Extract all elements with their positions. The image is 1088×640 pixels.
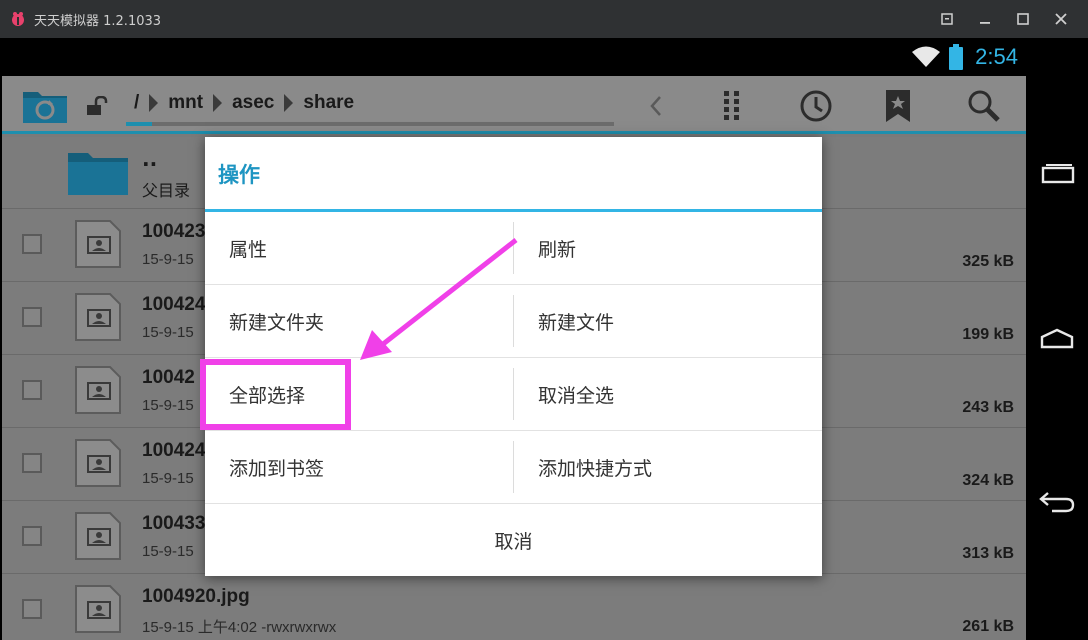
- dialog-title: 操作: [218, 163, 260, 187]
- breadcrumb: / mnt asec share: [128, 92, 360, 114]
- app-logo-icon: [12, 12, 24, 26]
- menu-box-icon: [941, 13, 953, 25]
- breadcrumb-mnt[interactable]: mnt: [162, 92, 209, 114]
- android-nav-bar: [1026, 38, 1088, 640]
- file-meta: 15-9-15: [142, 543, 194, 560]
- file-name: 100433: [142, 513, 206, 534]
- add-bookmark-option[interactable]: 添加到书签: [205, 431, 513, 503]
- unlock-icon[interactable]: [86, 96, 110, 116]
- bookmark-star-icon: [886, 90, 910, 122]
- back-button[interactable]: [1026, 472, 1088, 532]
- battery-icon: [949, 44, 964, 70]
- breadcrumb-separator-icon: [149, 94, 159, 112]
- image-file-icon: [75, 585, 121, 633]
- recent-apps-icon: [1041, 164, 1075, 184]
- bookmarks-button[interactable]: [880, 88, 916, 124]
- file-checkbox[interactable]: [22, 526, 42, 546]
- file-name: 10042: [142, 367, 195, 388]
- annotation-highlight-box: [200, 359, 351, 430]
- image-file-icon: [75, 512, 121, 560]
- view-mode-button[interactable]: [714, 88, 750, 124]
- maximize-button[interactable]: [1004, 0, 1042, 38]
- add-shortcut-option[interactable]: 添加快捷方式: [514, 431, 822, 503]
- dialog-option-row: 添加到书签 添加快捷方式: [205, 431, 822, 504]
- folder-icon: [68, 153, 128, 195]
- breadcrumb-asec[interactable]: asec: [226, 92, 280, 114]
- file-checkbox[interactable]: [22, 453, 42, 473]
- breadcrumb-scroll-thumb[interactable]: [126, 122, 152, 126]
- breadcrumb-scrollbar[interactable]: [126, 122, 614, 126]
- android-status-bar: 2:54: [0, 38, 1026, 76]
- file-size: 313 kB: [962, 545, 1014, 562]
- maximize-icon: [1017, 13, 1029, 25]
- grid-dots-icon: [724, 91, 739, 120]
- image-file-icon: [75, 366, 121, 414]
- search-button[interactable]: [966, 88, 1002, 124]
- image-file-icon: [75, 220, 121, 268]
- home-button[interactable]: [1026, 308, 1088, 368]
- wifi-icon: [912, 46, 941, 67]
- cancel-button[interactable]: 取消: [205, 504, 822, 576]
- back-arrow-icon: [1039, 492, 1075, 513]
- back-nav-button[interactable]: [638, 88, 674, 124]
- minimize-icon: [980, 22, 990, 24]
- file-name: 1004920.jpg: [142, 586, 250, 607]
- close-icon: [1055, 13, 1067, 25]
- home-icon: [1040, 328, 1074, 349]
- window-controls: [928, 0, 1080, 38]
- image-file-icon: [75, 293, 121, 341]
- file-name: 100424: [142, 294, 206, 315]
- file-meta: 15-9-15: [142, 397, 194, 414]
- breadcrumb-share[interactable]: share: [297, 92, 360, 114]
- new-folder-option[interactable]: 新建文件夹: [205, 285, 513, 357]
- status-icons: 2:54: [911, 38, 1018, 76]
- status-time: 2:54: [975, 44, 1018, 69]
- file-checkbox[interactable]: [22, 234, 42, 254]
- menu-button[interactable]: [928, 0, 966, 38]
- refresh-option[interactable]: 刷新: [514, 212, 822, 284]
- file-meta: 15-9-15 上午4:02 -rwxrwxrwx: [142, 619, 337, 636]
- file-name: 100423: [142, 221, 206, 242]
- clock-icon: [800, 90, 832, 122]
- file-name: 100424: [142, 440, 206, 461]
- window-titlebar: 天天模拟器 1.2.1033: [0, 0, 1088, 38]
- file-checkbox[interactable]: [22, 599, 42, 619]
- file-meta: 15-9-15: [142, 251, 194, 268]
- history-button[interactable]: [798, 88, 834, 124]
- minimize-button[interactable]: [966, 0, 1004, 38]
- chevron-left-icon: [650, 96, 661, 116]
- properties-option[interactable]: 属性: [205, 212, 513, 284]
- breadcrumb-separator-icon: [213, 94, 223, 112]
- parent-dir-name: ..: [142, 147, 158, 171]
- file-meta: 15-9-15: [142, 470, 194, 487]
- actions-dialog: 操作 属性 刷新 新建文件夹 新建文件 全部选择 取消全选 添加到书签 添加快捷…: [205, 137, 822, 576]
- new-file-option[interactable]: 新建文件: [514, 285, 822, 357]
- file-checkbox[interactable]: [22, 380, 42, 400]
- search-icon: [968, 90, 1000, 122]
- image-file-icon: [75, 439, 121, 487]
- recent-apps-button[interactable]: [1026, 144, 1088, 204]
- folder-refresh-icon[interactable]: [22, 86, 68, 124]
- dialog-option-row: 属性 刷新: [205, 212, 822, 285]
- file-size: 261 kB: [962, 618, 1014, 635]
- file-size: 243 kB: [962, 399, 1014, 416]
- window-title: 天天模拟器 1.2.1033: [34, 13, 162, 29]
- parent-dir-label: 父目录: [142, 181, 191, 200]
- dialog-option-row: 新建文件夹 新建文件: [205, 285, 822, 358]
- file-meta: 15-9-15: [142, 324, 194, 341]
- file-row[interactable]: 1004920.jpg 15-9-15 上午4:02 -rwxrwxrwx 26…: [2, 574, 1026, 640]
- breadcrumb-separator-icon: [284, 94, 294, 112]
- file-checkbox[interactable]: [22, 307, 42, 327]
- deselect-all-option[interactable]: 取消全选: [514, 358, 822, 430]
- emulator-window: 天天模拟器 1.2.1033 2:54 / mnt asec share .. …: [0, 0, 1088, 640]
- file-size: 199 kB: [962, 326, 1014, 343]
- close-button[interactable]: [1042, 0, 1080, 38]
- breadcrumb-root[interactable]: /: [128, 92, 145, 114]
- file-size: 325 kB: [962, 253, 1014, 270]
- action-bar: / mnt asec share: [2, 76, 1026, 134]
- file-size: 324 kB: [962, 472, 1014, 489]
